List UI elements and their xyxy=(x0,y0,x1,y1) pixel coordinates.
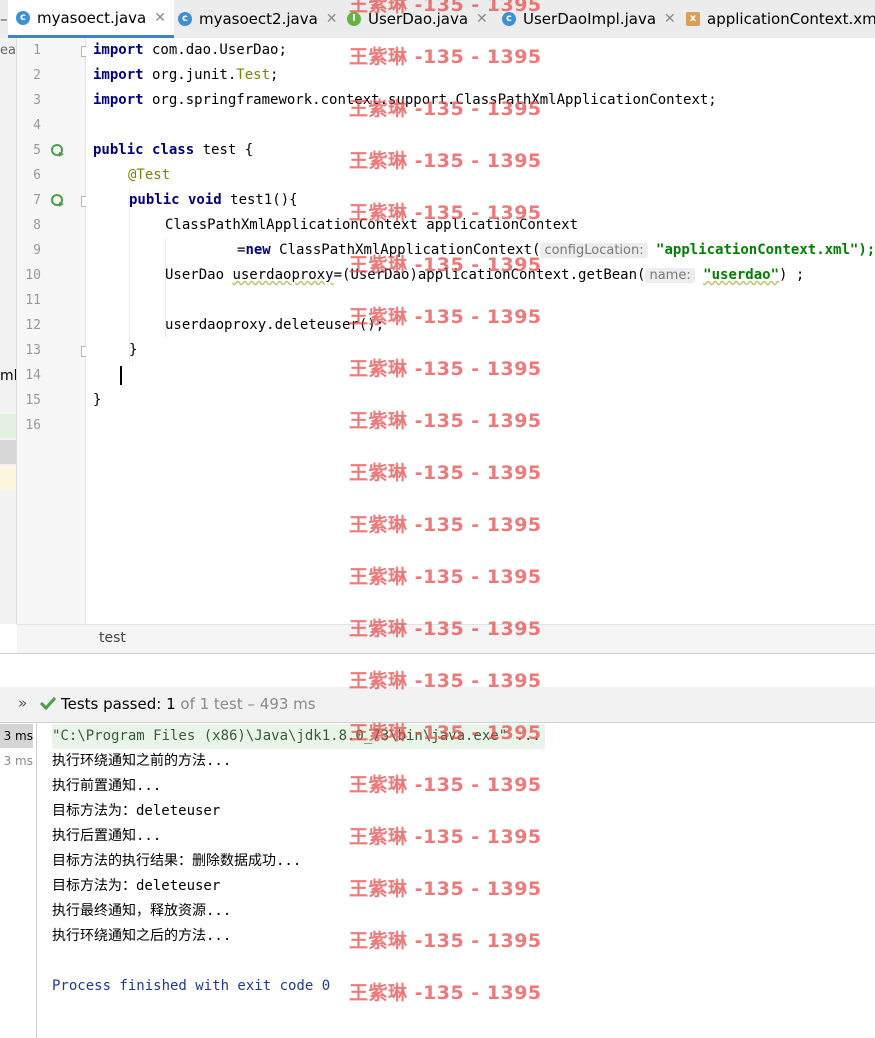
code-line: public void test1(){ xyxy=(129,192,298,208)
line-number: 9 xyxy=(33,243,41,258)
console-line: 执行最终通知，释放资源... xyxy=(52,903,232,919)
console-line: 目标方法为：deleteuser xyxy=(52,803,221,819)
watermark: 王紫琳 -135 - 1395 xyxy=(349,462,542,484)
line-number: 12 xyxy=(25,318,41,333)
project-tree-row[interactable] xyxy=(0,466,16,490)
line-number: 6 xyxy=(33,168,41,183)
console-line: 目标方法的执行结果：删除数据成功... xyxy=(52,853,302,869)
line-number: 7 xyxy=(33,193,41,208)
tests-passed-count: 1 xyxy=(166,695,176,713)
parameter-hint: name: xyxy=(645,268,695,283)
close-icon[interactable]: ✕ xyxy=(326,11,338,27)
test-tree-panel: 3 ms 3 ms xyxy=(0,723,37,1038)
expand-icon[interactable]: » xyxy=(18,694,27,712)
project-tree-row-selected[interactable] xyxy=(0,440,16,464)
close-icon[interactable]: ✕ xyxy=(664,11,676,27)
test-result-summary: Tests passed: 1 of 1 test – 493 ms xyxy=(61,695,316,713)
line-number: 10 xyxy=(25,268,41,283)
watermark: 王紫琳 -135 - 1395 xyxy=(349,46,542,68)
line-number: 3 xyxy=(33,93,41,108)
tab-label: myasoect2.java xyxy=(199,10,318,28)
watermark: 王紫琳 -135 - 1395 xyxy=(349,722,542,744)
line-number: 4 xyxy=(33,118,41,133)
project-tree-row[interactable] xyxy=(0,414,16,438)
line-number: 8 xyxy=(33,218,41,233)
code-line: } xyxy=(129,342,138,358)
indent-guide xyxy=(165,238,166,338)
tab-myasoect-java[interactable]: c myasoect.java ✕ xyxy=(8,0,174,38)
line-number: 2 xyxy=(33,68,41,83)
tab-label: applicationContext.xml xyxy=(707,10,875,28)
xml-file-icon: x xyxy=(686,12,700,26)
console-line: 执行环绕通知之后的方法... xyxy=(52,928,232,944)
watermark: 王紫琳 -135 - 1395 xyxy=(349,254,542,276)
project-panel-fragment: ea xyxy=(0,43,16,58)
test-duration[interactable]: 3 ms xyxy=(0,749,33,773)
watermark: 王紫琳 -135 - 1395 xyxy=(349,0,542,16)
line-number: 1 xyxy=(33,43,41,58)
line-number: 14 xyxy=(25,368,41,383)
watermark: 王紫琳 -135 - 1395 xyxy=(349,566,542,588)
check-icon xyxy=(39,696,57,714)
line-number: 15 xyxy=(25,393,41,408)
code-line: import com.dao.UserDao; xyxy=(93,42,287,58)
watermark: 王紫琳 -135 - 1395 xyxy=(349,514,542,536)
tab-overflow-left[interactable]: – xyxy=(0,0,8,38)
tab-myasoect2-java[interactable]: c myasoect2.java ✕ xyxy=(178,0,338,38)
tests-total-text: of 1 test – 493 ms xyxy=(180,695,316,713)
project-panel-edge: ea ml xyxy=(0,38,17,624)
console-line: 执行环绕通知之前的方法... xyxy=(52,753,232,769)
test-duration[interactable]: 3 ms xyxy=(0,724,33,748)
watermark: 王紫琳 -135 - 1395 xyxy=(349,306,542,328)
watermark: 王紫琳 -135 - 1395 xyxy=(349,930,542,952)
watermark: 王紫琳 -135 - 1395 xyxy=(349,618,542,640)
tab-label: myasoect.java xyxy=(37,8,147,27)
line-number: 13 xyxy=(25,343,41,358)
watermark: 王紫琳 -135 - 1395 xyxy=(349,774,542,796)
console-exit-line: Process finished with exit code 0 xyxy=(52,978,331,994)
project-panel-fragment: ml xyxy=(0,368,17,384)
watermark: 王紫琳 -135 - 1395 xyxy=(349,826,542,848)
breadcrumb-item[interactable]: test xyxy=(99,630,126,646)
code-line: @Test xyxy=(128,167,171,183)
class-file-icon: c xyxy=(178,12,192,26)
watermark: 王紫琳 -135 - 1395 xyxy=(349,98,542,120)
line-number: 5 xyxy=(33,143,41,158)
tab-applicationcontext-xml[interactable]: x applicationContext.xml xyxy=(686,0,875,38)
line-number: 16 xyxy=(25,418,41,433)
console-line: 执行后置通知... xyxy=(52,828,162,844)
run-test-icon[interactable] xyxy=(51,194,65,208)
line-number: 11 xyxy=(25,293,41,308)
code-line: =new ClassPathXmlApplicationContext(conf… xyxy=(237,242,875,258)
close-icon[interactable]: ✕ xyxy=(154,10,166,26)
watermark: 王紫琳 -135 - 1395 xyxy=(349,202,542,224)
text-caret xyxy=(120,366,122,385)
watermark: 王紫琳 -135 - 1395 xyxy=(349,358,542,380)
editor-gutter: 1 2 3 4 5 6 7 8 9 10 11 12 13 14 15 16 xyxy=(17,38,92,624)
tests-passed-label: Tests passed: xyxy=(61,695,162,713)
watermark: 王紫琳 -135 - 1395 xyxy=(349,670,542,692)
parameter-hint: configLocation: xyxy=(540,243,648,258)
watermark: 王紫琳 -135 - 1395 xyxy=(349,982,542,1004)
tab-label: UserDaoImpl.java xyxy=(523,10,657,28)
console-line: 目标方法为：deleteuser xyxy=(52,878,221,894)
indent-guide xyxy=(129,188,130,363)
watermark: 王紫琳 -135 - 1395 xyxy=(349,150,542,172)
code-line: import org.junit.Test; xyxy=(93,67,279,83)
console-line: 执行前置通知... xyxy=(52,778,162,794)
code-line: } xyxy=(93,392,102,408)
run-test-icon[interactable] xyxy=(51,144,65,158)
code-line: public class test { xyxy=(93,142,254,158)
watermark: 王紫琳 -135 - 1395 xyxy=(349,410,542,432)
class-file-icon: c xyxy=(16,10,30,25)
watermark: 王紫琳 -135 - 1395 xyxy=(349,878,542,900)
